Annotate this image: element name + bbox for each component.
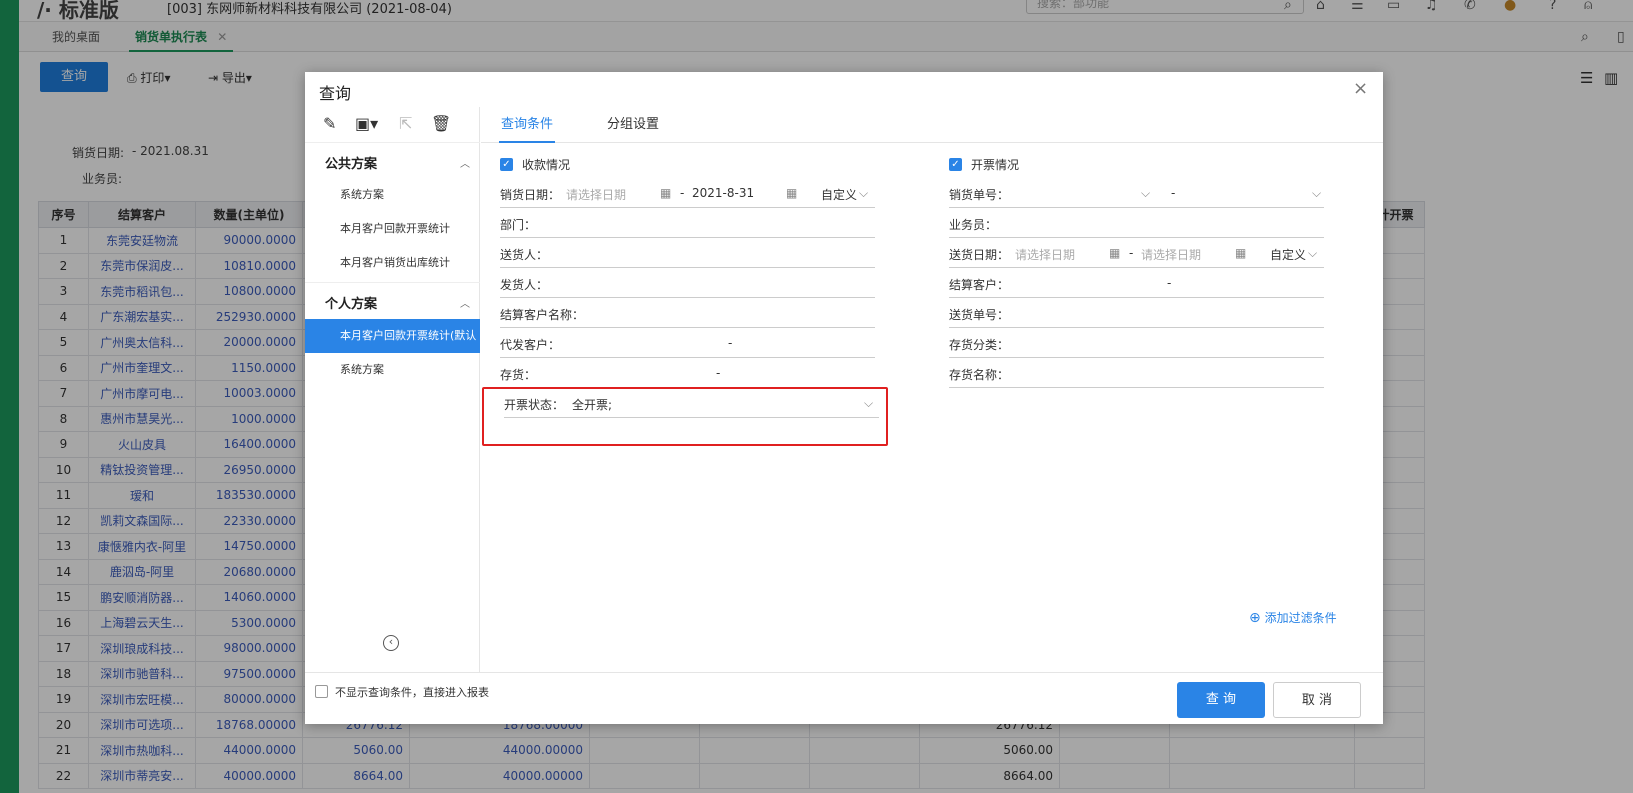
dept-label: 部门：	[500, 218, 537, 232]
dept-row[interactable]: 部门：	[500, 208, 875, 238]
invoice-check-label: 开票情况	[971, 158, 1020, 172]
sales-date-label: 销货日期：	[500, 188, 561, 202]
scheme-item-sales-outbound[interactable]: 本月客户销货出库统计	[305, 246, 480, 280]
share-icon[interactable]: ⇱	[399, 114, 412, 133]
highlight-annotation	[482, 387, 888, 446]
dialog-title: 查询	[319, 84, 352, 103]
scheme-item-system[interactable]: 系统方案	[305, 178, 480, 212]
tab-query-conditions[interactable]: 查询条件	[499, 107, 556, 143]
add-circle-icon: ⊕	[1249, 610, 1261, 626]
send-no-row[interactable]: 送货单号：	[949, 298, 1324, 328]
collapse-public-icon[interactable]: ︿	[460, 155, 470, 170]
deliverer-row[interactable]: 送货人：	[500, 238, 875, 268]
send-date-label: 送货日期：	[949, 248, 1010, 262]
tab-group-settings[interactable]: 分组设置	[607, 107, 659, 143]
order-no-row[interactable]: 销货单号： ⌵ - ⌵	[949, 178, 1324, 208]
stock-category-row[interactable]: 存货分类：	[949, 328, 1324, 358]
calendar-icon[interactable]: ▦	[1109, 246, 1120, 260]
collapse-personal-icon[interactable]: ︿	[460, 295, 470, 310]
scheme-toolbar: ✎ ▣▾ ⇱ 🗑	[305, 107, 480, 143]
payment-check-row: ✓ 收款情况	[500, 156, 880, 176]
scheme-item-payment-invoice[interactable]: 本月客户回款开票统计	[305, 212, 480, 246]
stock-category-label: 存货分类：	[949, 338, 1010, 352]
calendar-icon[interactable]: ▦	[660, 186, 671, 200]
add-filter-button[interactable]: ⊕ 添加过滤条件	[1249, 609, 1337, 626]
agent-customer-label: 代发客户：	[500, 338, 561, 352]
scheme-sidebar: ✎ ▣▾ ⇱ 🗑 公共方案 ︿ 系统方案 本月客户回款开票统计 本月客户销货出库…	[305, 107, 480, 672]
deliverer-label: 送货人：	[500, 248, 549, 262]
stock-row[interactable]: 存货： -	[500, 358, 875, 388]
order-no-label: 销货单号：	[949, 188, 1010, 202]
settle-customer-row[interactable]: 结算客户： -	[949, 268, 1324, 298]
query-ok-button[interactable]: 查 询	[1177, 682, 1265, 718]
divider	[305, 282, 480, 283]
dialog-tabs: 查询条件 分组设置	[481, 107, 1383, 143]
shipper-row[interactable]: 发货人：	[500, 268, 875, 298]
sales-date-start-input[interactable]: 请选择日期	[566, 186, 626, 203]
chevron-down-icon[interactable]: ⌵	[1312, 186, 1321, 201]
sales-date-end-input[interactable]: 2021-8-31	[692, 186, 754, 200]
date-separator: -	[1129, 246, 1134, 260]
calendar-icon[interactable]: ▦	[786, 186, 797, 200]
payment-check-label: 收款情况	[522, 158, 571, 172]
stock-name-row[interactable]: 存货名称：	[949, 358, 1324, 388]
settle-customer-label: 结算客户：	[949, 278, 1010, 292]
date-range-select[interactable]: 自定义	[821, 186, 857, 203]
stock-name-label: 存货名称：	[949, 368, 1010, 382]
range-separator: -	[728, 336, 733, 350]
public-scheme-group[interactable]: 公共方案	[325, 153, 377, 172]
chevron-down-icon[interactable]: ⌵	[1141, 186, 1150, 201]
range-separator: -	[1167, 276, 1172, 290]
send-date-end-input[interactable]: 请选择日期	[1141, 246, 1201, 263]
scheme-item-personal-system[interactable]: 系统方案	[305, 353, 480, 387]
invoice-checkbox[interactable]: ✓	[949, 158, 962, 171]
salesperson-row[interactable]: 业务员：	[949, 208, 1324, 238]
chevron-down-icon[interactable]: ⌵	[859, 186, 868, 201]
send-date-row: 送货日期： 请选择日期 ▦ - 请选择日期 ▦ 自定义 ⌵	[949, 238, 1324, 268]
date-separator: -	[680, 186, 685, 200]
stock-label: 存货：	[500, 368, 537, 382]
payment-checkbox[interactable]: ✓	[500, 158, 513, 171]
save-icon[interactable]: ▣▾	[355, 114, 378, 133]
edit-icon[interactable]: ✎	[323, 114, 336, 133]
salesperson-label: 业务员：	[949, 218, 998, 232]
scheme-item-personal-default[interactable]: 本月客户回款开票统计(默认	[305, 319, 480, 353]
collapse-sidebar-icon[interactable]: ‹	[383, 635, 399, 651]
skip-conditions-checkbox[interactable]	[315, 685, 328, 698]
range-separator: -	[1171, 186, 1176, 200]
sales-date-row: 销货日期： 请选择日期 ▦ - 2021-8-31 ▦ 自定义 ⌵	[500, 178, 875, 208]
chevron-down-icon[interactable]: ⌵	[1308, 246, 1317, 261]
send-date-range-select[interactable]: 自定义	[1270, 246, 1306, 263]
dialog-footer: 不显示查询条件，直接进入报表 查 询 取 消	[305, 672, 1383, 724]
dialog-close-icon[interactable]: ×	[1353, 78, 1368, 99]
send-no-label: 送货单号：	[949, 308, 1010, 322]
invoice-check-row: ✓ 开票情况	[949, 156, 1329, 176]
calendar-icon[interactable]: ▦	[1235, 246, 1246, 260]
personal-scheme-group[interactable]: 个人方案	[325, 293, 377, 312]
agent-customer-row[interactable]: 代发客户： -	[500, 328, 875, 358]
add-filter-label: 添加过滤条件	[1264, 611, 1337, 625]
skip-conditions-label: 不显示查询条件，直接进入报表	[335, 686, 489, 699]
shipper-label: 发货人：	[500, 278, 549, 292]
send-date-start-input[interactable]: 请选择日期	[1015, 246, 1075, 263]
customer-name-row[interactable]: 结算客户名称：	[500, 298, 875, 328]
cancel-button[interactable]: 取 消	[1273, 682, 1361, 718]
range-separator: -	[716, 366, 721, 380]
customer-name-label: 结算客户名称：	[500, 308, 585, 322]
delete-icon[interactable]: 🗑	[431, 114, 451, 133]
